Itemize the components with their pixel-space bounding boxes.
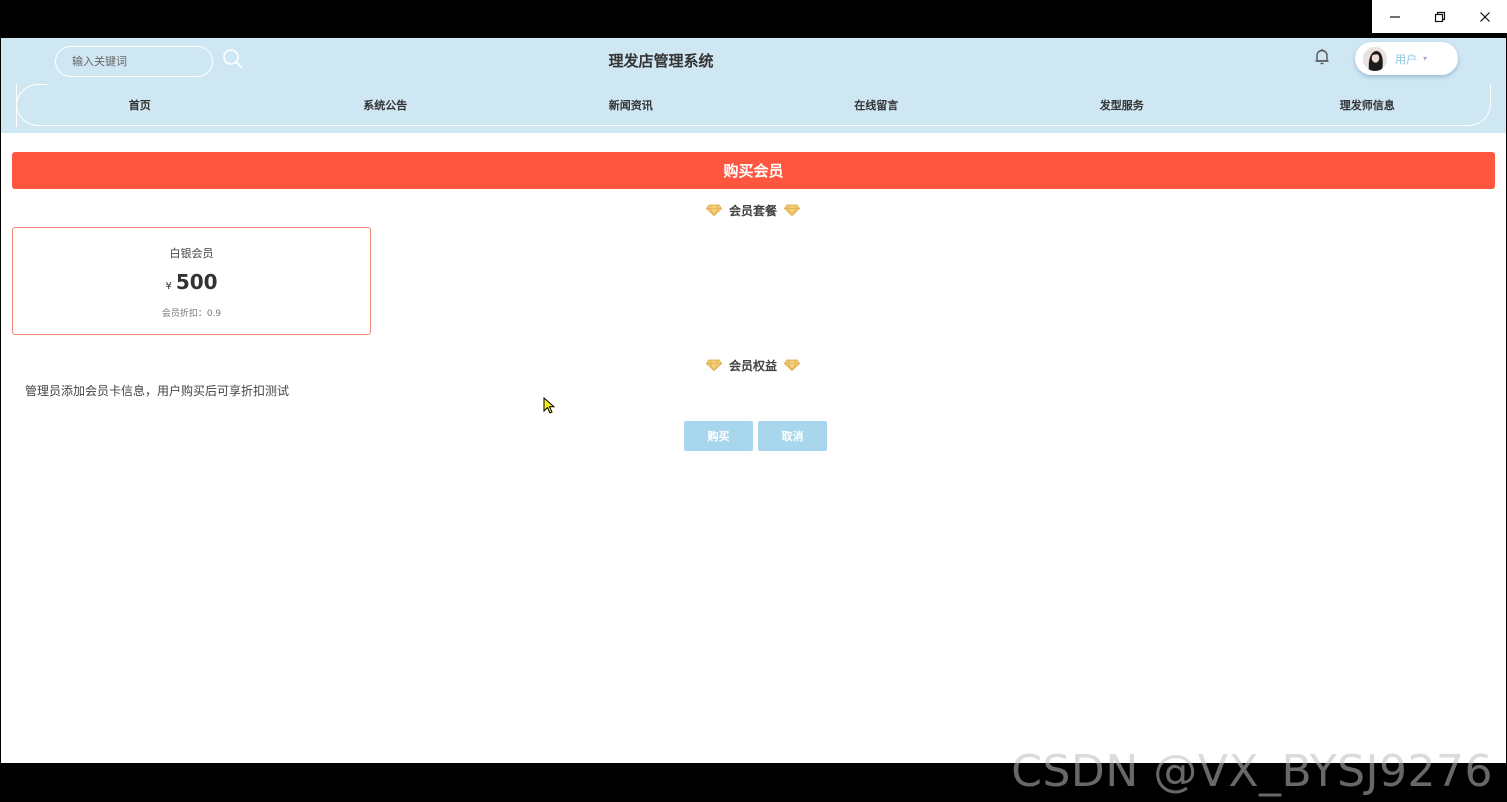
benefits-title: 会员权益 — [728, 358, 777, 373]
mouse-cursor-icon — [543, 397, 555, 414]
user-menu[interactable]: 用户 ▾ — [1355, 42, 1458, 75]
nav-item-announcements[interactable]: 系统公告 — [263, 84, 509, 125]
benefits-text: 管理员添加会员卡信息，用户购买后可享折扣测试 — [25, 384, 290, 398]
minimize-button[interactable] — [1372, 0, 1417, 33]
nav-item-home[interactable]: 首页 — [17, 84, 263, 125]
search-icon[interactable] — [222, 48, 244, 70]
restore-icon — [1434, 11, 1445, 22]
diamond-icon — [784, 359, 800, 371]
user-name: 用户 — [1395, 52, 1417, 66]
buy-button[interactable]: 购买 — [684, 421, 753, 451]
packages-heading: 会员套餐 — [603, 201, 903, 219]
close-icon — [1479, 11, 1490, 22]
nav-item-messages[interactable]: 在线留言 — [754, 84, 1000, 125]
plan-name: 白银会员 — [169, 247, 214, 260]
window-titlebar — [0, 0, 1507, 38]
close-window-button[interactable] — [1462, 0, 1507, 33]
watermark: CSDN @VX_BYSJ9276 — [1011, 746, 1493, 797]
minimize-icon — [1389, 15, 1400, 18]
nav-item-news[interactable]: 新闻资讯 — [508, 84, 754, 125]
plan-price: ¥500 — [13, 270, 370, 294]
chevron-down-icon: ▾ — [1423, 54, 1428, 63]
packages-title: 会员套餐 — [728, 203, 777, 218]
site-title: 理发店管理系统 — [608, 52, 714, 70]
diamond-icon — [705, 359, 722, 371]
diamond-icon — [784, 204, 800, 216]
benefits-heading: 会员权益 — [603, 356, 903, 374]
app-window: 理发店管理系统 用户 ▾ 首页 系统公告 新闻资讯 在线留言 — [1, 38, 1506, 763]
site-header: 理发店管理系统 用户 ▾ 首页 系统公告 新闻资讯 在线留言 — [1, 38, 1506, 133]
price-amount: 500 — [175, 270, 218, 294]
currency-symbol: ¥ — [165, 281, 172, 292]
nav-item-barber-info[interactable]: 理发师信息 — [1245, 84, 1491, 125]
bell-icon[interactable] — [1312, 47, 1332, 67]
restore-button[interactable] — [1417, 0, 1462, 33]
nav-item-hairstyle-services[interactable]: 发型服务 — [999, 84, 1245, 125]
cancel-button[interactable]: 取消 — [758, 421, 827, 451]
page-title: 购买会员 — [12, 152, 1495, 189]
main-nav: 首页 系统公告 新闻资讯 在线留言 发型服务 理发师信息 — [15, 84, 1491, 127]
window-controls — [1372, 0, 1507, 33]
avatar — [1363, 46, 1387, 71]
diamond-icon — [705, 204, 722, 216]
search-box — [55, 46, 213, 77]
plan-discount: 会员折扣：0.9 — [161, 309, 222, 319]
plan-card-silver[interactable]: 白银会员 ¥500 会员折扣：0.9 — [12, 227, 371, 335]
search-input[interactable] — [56, 47, 212, 76]
